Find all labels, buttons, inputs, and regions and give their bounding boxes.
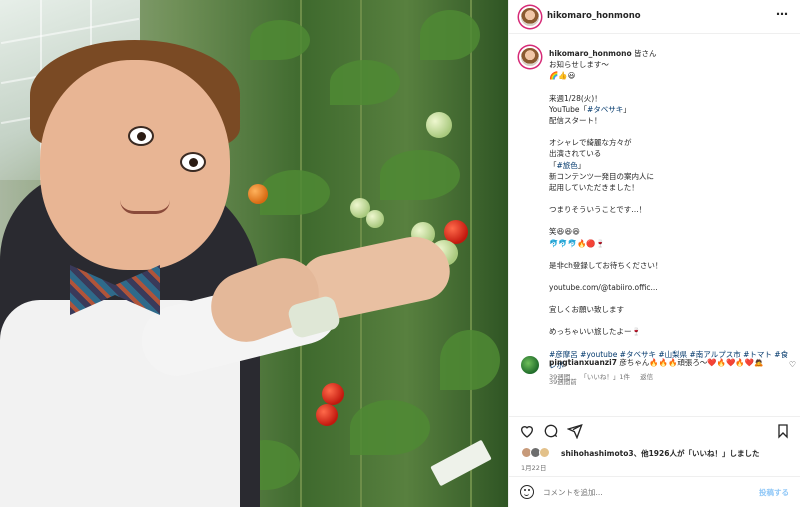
action-bar [509,416,800,446]
caption-link[interactable]: youtube.com/@tabiiro.offic... [549,282,794,293]
caption-line: 「#旅色」 [549,160,586,170]
post-header: hikomaro_honmono ⋯ [509,0,800,34]
liker-avatar [539,447,550,458]
comment-meta: 39週間 「いいね！」1件 返信 [549,371,661,381]
caption-line: オシャレで綺麗な方々が [549,138,632,148]
post-date: 1月22日 [521,464,547,472]
caption-line: 起用していただきました！ [549,183,639,193]
caption-line: 配信スタート！ [549,116,602,126]
bookmark-icon[interactable] [775,423,791,443]
author-username[interactable]: hikomaro_honmono [547,11,641,21]
caption-line: 来週1/28(火)！ [549,93,602,103]
share-icon[interactable] [566,423,583,443]
caption-line: 皆さん [634,49,657,58]
caption-line: めっちゃいい旅したよー🍷 [549,327,641,337]
person-face [40,60,230,270]
emoji-icon[interactable] [520,485,534,499]
more-options-icon[interactable]: ⋯ [776,7,789,21]
caption-line: 出演されている [549,149,602,159]
comment-body: 彦ちゃん🔥🔥🔥頑張ろ～❤️🔥❤️🔥❤️🙇 [619,358,764,367]
comment-likes[interactable]: 「いいね！」1件 [580,373,630,381]
caption-line: 是非ch登録してお待ちください！ [549,260,663,270]
comment-input[interactable] [543,485,743,499]
caption-line: つまりそういうことです…！ [549,205,647,215]
post-photo[interactable] [0,0,508,507]
post-sidebar: hikomaro_honmono ⋯ hikomaro_honmono 皆さん … [508,0,800,507]
tomato [248,184,268,204]
caption-line: 宜しくお願い致します [549,305,624,315]
commenter-avatar[interactable] [521,356,539,374]
caption-line: YouTube「#タベサキ」 [549,104,631,114]
comment-reply-button[interactable]: 返信 [640,373,653,381]
comment-icon[interactable] [543,423,559,443]
caption-avatar[interactable] [521,48,539,66]
like-heart-icon[interactable] [519,423,535,443]
comment-composer: 投稿する [509,476,800,507]
comment-like-heart-icon[interactable]: ♡ [789,360,796,369]
tomato [322,383,344,405]
caption: hikomaro_honmono 皆さん お知らせします〜 🌈👍😃 来週1/28… [549,48,794,388]
comment-text: pingtianxuanzi7 彦ちゃん🔥🔥🔥頑張ろ～❤️🔥❤️🔥❤️🙇 [549,357,779,368]
commenter-username[interactable]: pingtianxuanzi7 [549,358,617,367]
caption-line: 🐬🐬🐬🔥🔴🍷 [549,238,606,248]
caption-line: お知らせします〜 [549,60,609,70]
tomato [316,404,338,426]
likes-text[interactable]: shihohashimoto3、他1926人が「いいね！」しました [561,448,759,459]
caption-line: 笑😆😆😆 [549,227,580,237]
likes-summary[interactable]: shihohashimoto3、他1926人が「いいね！」しました [521,446,796,460]
post-comment-button[interactable]: 投稿する [759,487,789,498]
comment-age: 39週間 [549,373,571,381]
author-avatar[interactable] [521,8,539,26]
tomato [366,210,384,228]
tomato [426,112,452,138]
caption-line: 🌈👍😃 [549,71,576,81]
caption-username[interactable]: hikomaro_honmono [549,49,632,58]
plant-tag [430,439,492,487]
caption-line: 新コンテンツ一発目の案内人に [549,171,654,181]
